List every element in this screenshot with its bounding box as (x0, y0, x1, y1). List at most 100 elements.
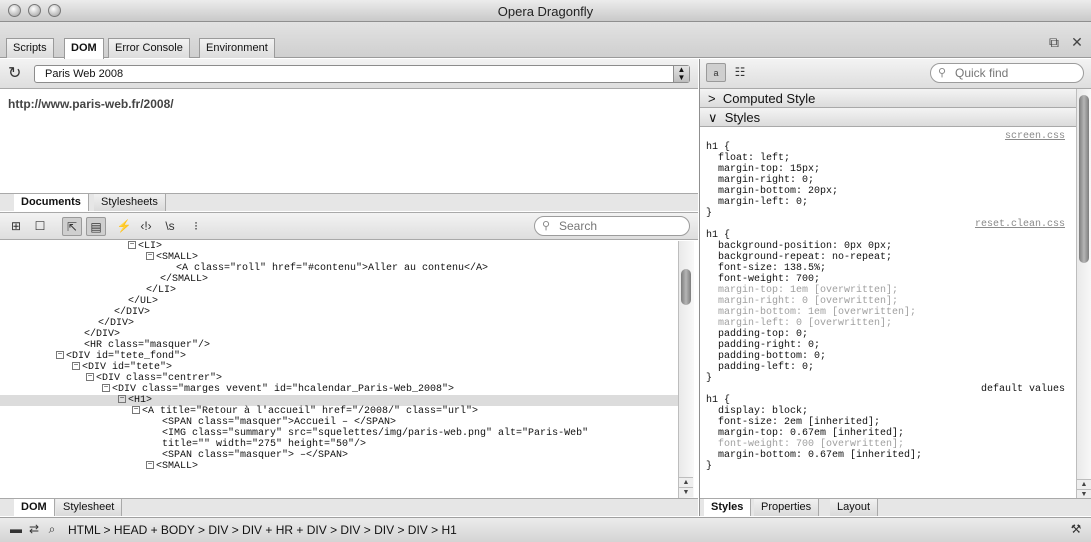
dom-search-input[interactable]: ⚲ Search (534, 216, 690, 236)
css-declaration-text: margin-bottom: 0.67em [inherited]; (706, 450, 923, 461)
dom-node[interactable]: </DIV> (0, 307, 678, 318)
style-options-icon[interactable]: ☷ (730, 63, 750, 82)
css-declaration-text: h1 { (706, 395, 731, 406)
collapse-toggle-icon[interactable]: − (118, 395, 126, 404)
swap-icon[interactable]: ⇄ (24, 520, 44, 539)
css-declaration-text: background-position: 0px 0px; (706, 241, 893, 252)
tab-error-console[interactable]: Error Console (108, 38, 190, 58)
collapse-toggle-icon[interactable]: − (86, 373, 94, 382)
quick-find-input[interactable]: ⚲ Quick find (930, 63, 1084, 83)
tab-layout[interactable]: Layout (830, 499, 879, 516)
scroll-down-arrow-icon[interactable]: ▼ (679, 487, 693, 497)
tab-dom[interactable]: DOM (64, 38, 104, 59)
dom-node[interactable]: </UL> (0, 296, 678, 307)
tab-properties[interactable]: Properties (754, 499, 820, 516)
dom-node-text: <DIV id="tete"> (82, 362, 173, 373)
collapse-toggle-icon[interactable]: − (56, 351, 64, 360)
breadcrumb[interactable]: HTML > HEAD + BODY > DIV > DIV + HR + DI… (68, 523, 457, 537)
tab-scripts[interactable]: Scripts (6, 38, 54, 58)
dom-node[interactable]: − <DIV class="centrer"> (0, 373, 678, 384)
select-element-icon[interactable]: ☐ (30, 217, 50, 236)
dom-tree-scrollbar[interactable]: ▲ ▼ (678, 241, 694, 498)
dom-node[interactable]: − <A title="Retour à l'accueil" href="/20… (0, 406, 678, 417)
css-declaration: h1 { (706, 395, 1071, 406)
dom-node[interactable]: </LI> (0, 285, 678, 296)
collapse-toggle-icon[interactable]: − (146, 461, 154, 470)
dom-node-text: </DIV> (114, 307, 151, 318)
tab-styles[interactable]: Styles (704, 499, 752, 516)
inspect-pointer-icon[interactable]: ⇱ (62, 217, 82, 236)
subtab-documents[interactable]: Documents (14, 194, 89, 211)
scroll-up-arrow-icon[interactable]: ▲ (679, 477, 693, 487)
css-declaration-text: margin-bottom: 1em [overwritten]; (706, 307, 917, 318)
css-declaration-text: font-size: 2em [inherited]; (706, 417, 881, 428)
css-scrollbar[interactable]: ▲ ▼ (1076, 89, 1091, 500)
scroll-up-arrow-icon[interactable]: ▲ (1077, 479, 1091, 489)
css-declaration-text: margin-top: 0.67em [inherited]; (706, 428, 905, 439)
css-declaration: margin-left: 0; (706, 197, 1071, 208)
tab-environment[interactable]: Environment (199, 38, 275, 58)
show-comments-icon[interactable]: ‹!› (136, 217, 156, 236)
update-dom-icon[interactable]: ⚡ (114, 217, 134, 236)
styles-label: Styles (724, 110, 761, 125)
css-declaration: } (706, 461, 1071, 472)
collapse-toggle-icon[interactable]: − (128, 241, 136, 250)
settings-wrench-icon[interactable]: ⚒ (1066, 520, 1086, 539)
show-whitespace-icon[interactable]: \s (160, 217, 180, 236)
chevron-down-icon: ∨ (708, 110, 718, 125)
styles-header[interactable]: ∨ Styles (700, 108, 1076, 127)
reload-icon[interactable]: ↻ (8, 65, 26, 83)
dom-node[interactable]: </SMALL> (0, 274, 678, 285)
highlight-element-icon[interactable]: ▤ (86, 217, 106, 236)
css-declaration-text: font-weight: 700 [overwritten]; (706, 439, 905, 450)
dom-node[interactable]: − <LI> (0, 241, 678, 252)
style-toggle-icon[interactable]: a (706, 63, 726, 82)
stylesheet-link[interactable]: screen.css (1005, 131, 1065, 142)
dom-node[interactable]: <A class="roll" href="#contenu">Aller au… (0, 263, 678, 274)
computed-style-header[interactable]: > Computed Style (700, 89, 1076, 108)
css-declaration: padding-right: 0; (706, 340, 1071, 351)
css-declaration-overwritten: margin-left: 0 [overwritten]; (706, 318, 1071, 329)
dom-node[interactable]: − <DIV class="marges vevent" id="hcalenda… (0, 384, 678, 395)
stylesheet-link[interactable]: reset.clean.css (975, 219, 1065, 230)
collapse-toggle-icon[interactable]: − (72, 362, 80, 371)
dom-node[interactable]: − <DIV id="tete"> (0, 362, 678, 373)
chevron-right-icon: > (708, 91, 716, 106)
dom-node[interactable]: − <DIV id="tete_fond"> (0, 351, 678, 362)
collapse-toggle-icon[interactable]: − (146, 252, 154, 261)
search-icon[interactable]: ⌕ (42, 520, 62, 539)
dom-node-selected[interactable]: − <H1> (0, 395, 678, 406)
scrollbar-thumb[interactable] (1079, 95, 1089, 263)
subtab-stylesheets[interactable]: Stylesheets (94, 194, 166, 211)
document-select-value: Paris Web 2008 (45, 68, 124, 80)
export-dom-icon[interactable]: ⊞ (6, 217, 26, 236)
css-declaration-overwritten: margin-bottom: 1em [overwritten]; (706, 307, 1071, 318)
collapse-toggle-icon[interactable]: − (132, 406, 140, 415)
dom-node[interactable]: − <SMALL> (0, 461, 678, 472)
dom-node-text: <DIV class="marges vevent" id="hcalendar… (112, 384, 455, 395)
dom-search-placeholder: Search (559, 219, 598, 233)
dom-node[interactable]: <IMG class="summary" src="squelettes/img… (0, 428, 678, 439)
collapse-toggle-icon[interactable]: − (102, 384, 110, 393)
close-icon[interactable]: ✕ (1069, 34, 1085, 50)
css-source-link: screen.css (706, 131, 1071, 142)
bottom-tab-stylesheet[interactable]: Stylesheet (56, 499, 123, 516)
css-declaration-text: margin-top: 15px; (706, 164, 821, 175)
dom-node[interactable]: <SPAN class="masquer">Accueil – </SPAN> (0, 417, 678, 428)
dom-node[interactable]: </DIV> (0, 318, 678, 329)
css-inspector-pane: a ☷ ⚲ Quick find > Computed Style ∨ Styl… (699, 59, 1091, 516)
css-declaration-text: padding-top: 0; (706, 329, 809, 340)
scrollbar-thumb[interactable] (681, 269, 691, 305)
dom-node[interactable]: title="" width="275" height="50"/> (0, 439, 678, 450)
tree-style-icon[interactable]: ⁝ (186, 217, 206, 236)
dom-node[interactable]: <HR class="masquer"/> (0, 340, 678, 351)
dom-node[interactable]: </DIV> (0, 329, 678, 340)
dock-icon[interactable]: ▬ (6, 520, 26, 539)
document-select[interactable]: Paris Web 2008 ▲ ▼ (34, 65, 690, 83)
dom-node[interactable]: <SPAN class="masquer"> –</SPAN> (0, 450, 678, 461)
css-declaration-text: } (706, 373, 713, 384)
bottom-tab-dom[interactable]: DOM (14, 499, 55, 516)
dom-node[interactable]: − <SMALL> (0, 252, 678, 263)
dom-tree[interactable]: − <LI> − <SMALL> <A class="roll" href="#co… (0, 241, 678, 498)
detach-window-icon[interactable]: ⧉ (1046, 34, 1062, 50)
